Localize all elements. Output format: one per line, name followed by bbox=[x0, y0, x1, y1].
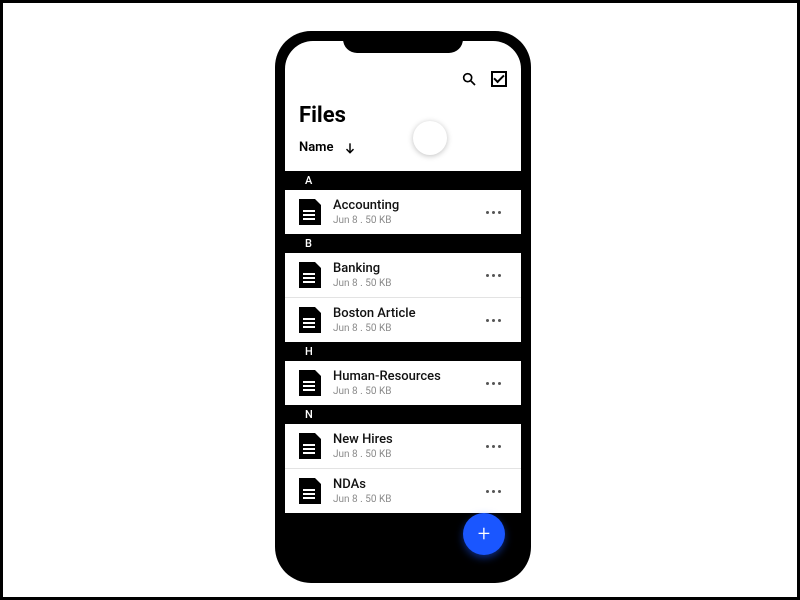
header: Files Name bbox=[285, 41, 521, 171]
select-mode-icon[interactable] bbox=[491, 71, 507, 87]
file-row[interactable]: Accounting Jun 8 . 50 KB bbox=[285, 190, 521, 234]
file-name: New Hires bbox=[333, 432, 468, 447]
file-meta: Jun 8 . 50 KB bbox=[333, 278, 468, 289]
file-meta: Jun 8 . 50 KB bbox=[333, 215, 468, 226]
app-screen: Files Name A Accounting Jun 8 . 50 KB bbox=[285, 41, 521, 573]
arrow-down-icon bbox=[343, 141, 357, 155]
file-name: Accounting bbox=[333, 198, 468, 213]
file-row[interactable]: Human-Resources Jun 8 . 50 KB bbox=[285, 361, 521, 405]
add-fab[interactable]: + bbox=[463, 513, 505, 555]
touch-ripple bbox=[413, 121, 447, 155]
more-icon[interactable] bbox=[480, 313, 507, 328]
file-name: Boston Article bbox=[333, 306, 468, 321]
more-icon[interactable] bbox=[480, 484, 507, 499]
search-icon[interactable] bbox=[461, 71, 477, 87]
document-icon bbox=[299, 307, 321, 333]
file-meta: Jun 8 . 50 KB bbox=[333, 449, 468, 460]
file-row[interactable]: New Hires Jun 8 . 50 KB bbox=[285, 424, 521, 468]
section-header: N bbox=[285, 405, 521, 424]
more-icon[interactable] bbox=[480, 376, 507, 391]
file-name: Banking bbox=[333, 261, 468, 276]
sort-control[interactable]: Name bbox=[299, 140, 507, 155]
phone-frame: Files Name A Accounting Jun 8 . 50 KB bbox=[275, 31, 531, 583]
section-header: B bbox=[285, 234, 521, 253]
page-title: Files bbox=[299, 103, 507, 128]
file-meta: Jun 8 . 50 KB bbox=[333, 323, 468, 334]
document-icon bbox=[299, 262, 321, 288]
file-row[interactable]: Banking Jun 8 . 50 KB bbox=[285, 253, 521, 297]
document-icon bbox=[299, 478, 321, 504]
file-row[interactable]: Boston Article Jun 8 . 50 KB bbox=[285, 297, 521, 342]
file-row[interactable]: NDAs Jun 8 . 50 KB bbox=[285, 468, 521, 513]
phone-notch bbox=[343, 31, 463, 53]
section-header: A bbox=[285, 171, 521, 190]
file-meta: Jun 8 . 50 KB bbox=[333, 494, 468, 505]
file-name: NDAs bbox=[333, 477, 468, 492]
more-icon[interactable] bbox=[480, 268, 507, 283]
plus-icon: + bbox=[478, 522, 490, 547]
more-icon[interactable] bbox=[480, 205, 507, 220]
file-meta: Jun 8 . 50 KB bbox=[333, 386, 468, 397]
document-icon bbox=[299, 433, 321, 459]
sort-label: Name bbox=[299, 140, 333, 155]
section-header: H bbox=[285, 342, 521, 361]
file-name: Human-Resources bbox=[333, 369, 468, 384]
more-icon[interactable] bbox=[480, 439, 507, 454]
document-icon bbox=[299, 370, 321, 396]
document-icon bbox=[299, 199, 321, 225]
